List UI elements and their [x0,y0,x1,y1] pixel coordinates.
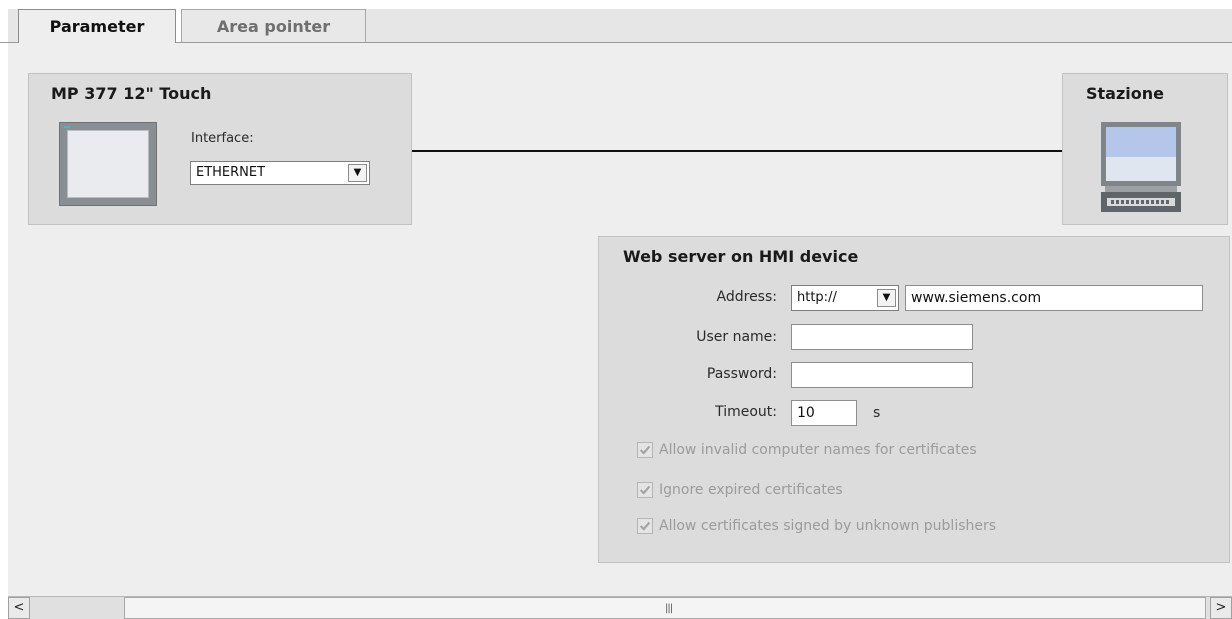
hmi-device-title: MP 377 12" Touch [51,84,212,103]
hmi-device-panel[interactable]: MP 377 12" Touch Interface: ETHERNET ▼ [28,73,412,225]
scroll-right-icon[interactable]: > [1210,597,1232,619]
checkbox-label: Ignore expired certificates [659,482,843,498]
chevron-down-icon[interactable]: ▼ [348,164,367,182]
station-title: Stazione [1086,84,1164,103]
tab-strip-gap [8,9,18,42]
checkbox-label: Allow invalid computer names for certifi… [659,442,977,458]
tab-area-pointer[interactable]: Area pointer [181,9,366,42]
station-panel[interactable]: Stazione [1062,73,1228,225]
connection-editor: MP 377 12" Touch Interface: ETHERNET ▼ S… [8,43,1232,596]
password-input[interactable] [791,362,973,388]
scroll-left-icon[interactable]: < [8,597,30,619]
tab-parameter[interactable]: Parameter [18,9,176,43]
horizontal-scrollbar[interactable]: < ||| > [8,596,1232,619]
web-server-panel: Web server on HMI device Address: http:/… [598,236,1230,563]
connection-line [412,150,1062,152]
scroll-thumb[interactable]: ||| [124,597,1206,619]
checkbox-label: Allow certificates signed by unknown pub… [659,518,997,534]
username-label: User name: [696,329,777,345]
interface-select[interactable]: ETHERNET ▼ [190,161,370,185]
web-server-title: Web server on HMI device [623,247,859,266]
address-input[interactable]: www.siemens.com [905,285,1203,311]
tab-strip-fill [366,9,1232,42]
protocol-select[interactable]: http:// ▼ [791,285,899,311]
interface-label: Interface: [191,131,254,146]
checkbox-checked-icon[interactable] [637,442,653,458]
tab-strip: Parameter Area pointer [0,0,1232,44]
username-input[interactable] [791,324,973,350]
checkbox-checked-icon[interactable] [637,518,653,534]
grip-icon: ||| [665,603,673,614]
chevron-down-icon[interactable]: ▼ [877,289,896,307]
checkbox-checked-icon[interactable] [637,482,653,498]
protocol-select-value: http:// [797,290,837,305]
interface-select-value: ETHERNET [196,165,266,180]
timeout-input[interactable]: 10 [791,400,857,426]
timeout-unit: s [873,405,881,421]
hmi-panel-icon [59,122,157,206]
timeout-label: Timeout: [715,404,777,420]
address-label: Address: [716,289,777,305]
pc-station-icon [1101,122,1181,212]
password-label: Password: [706,366,777,382]
